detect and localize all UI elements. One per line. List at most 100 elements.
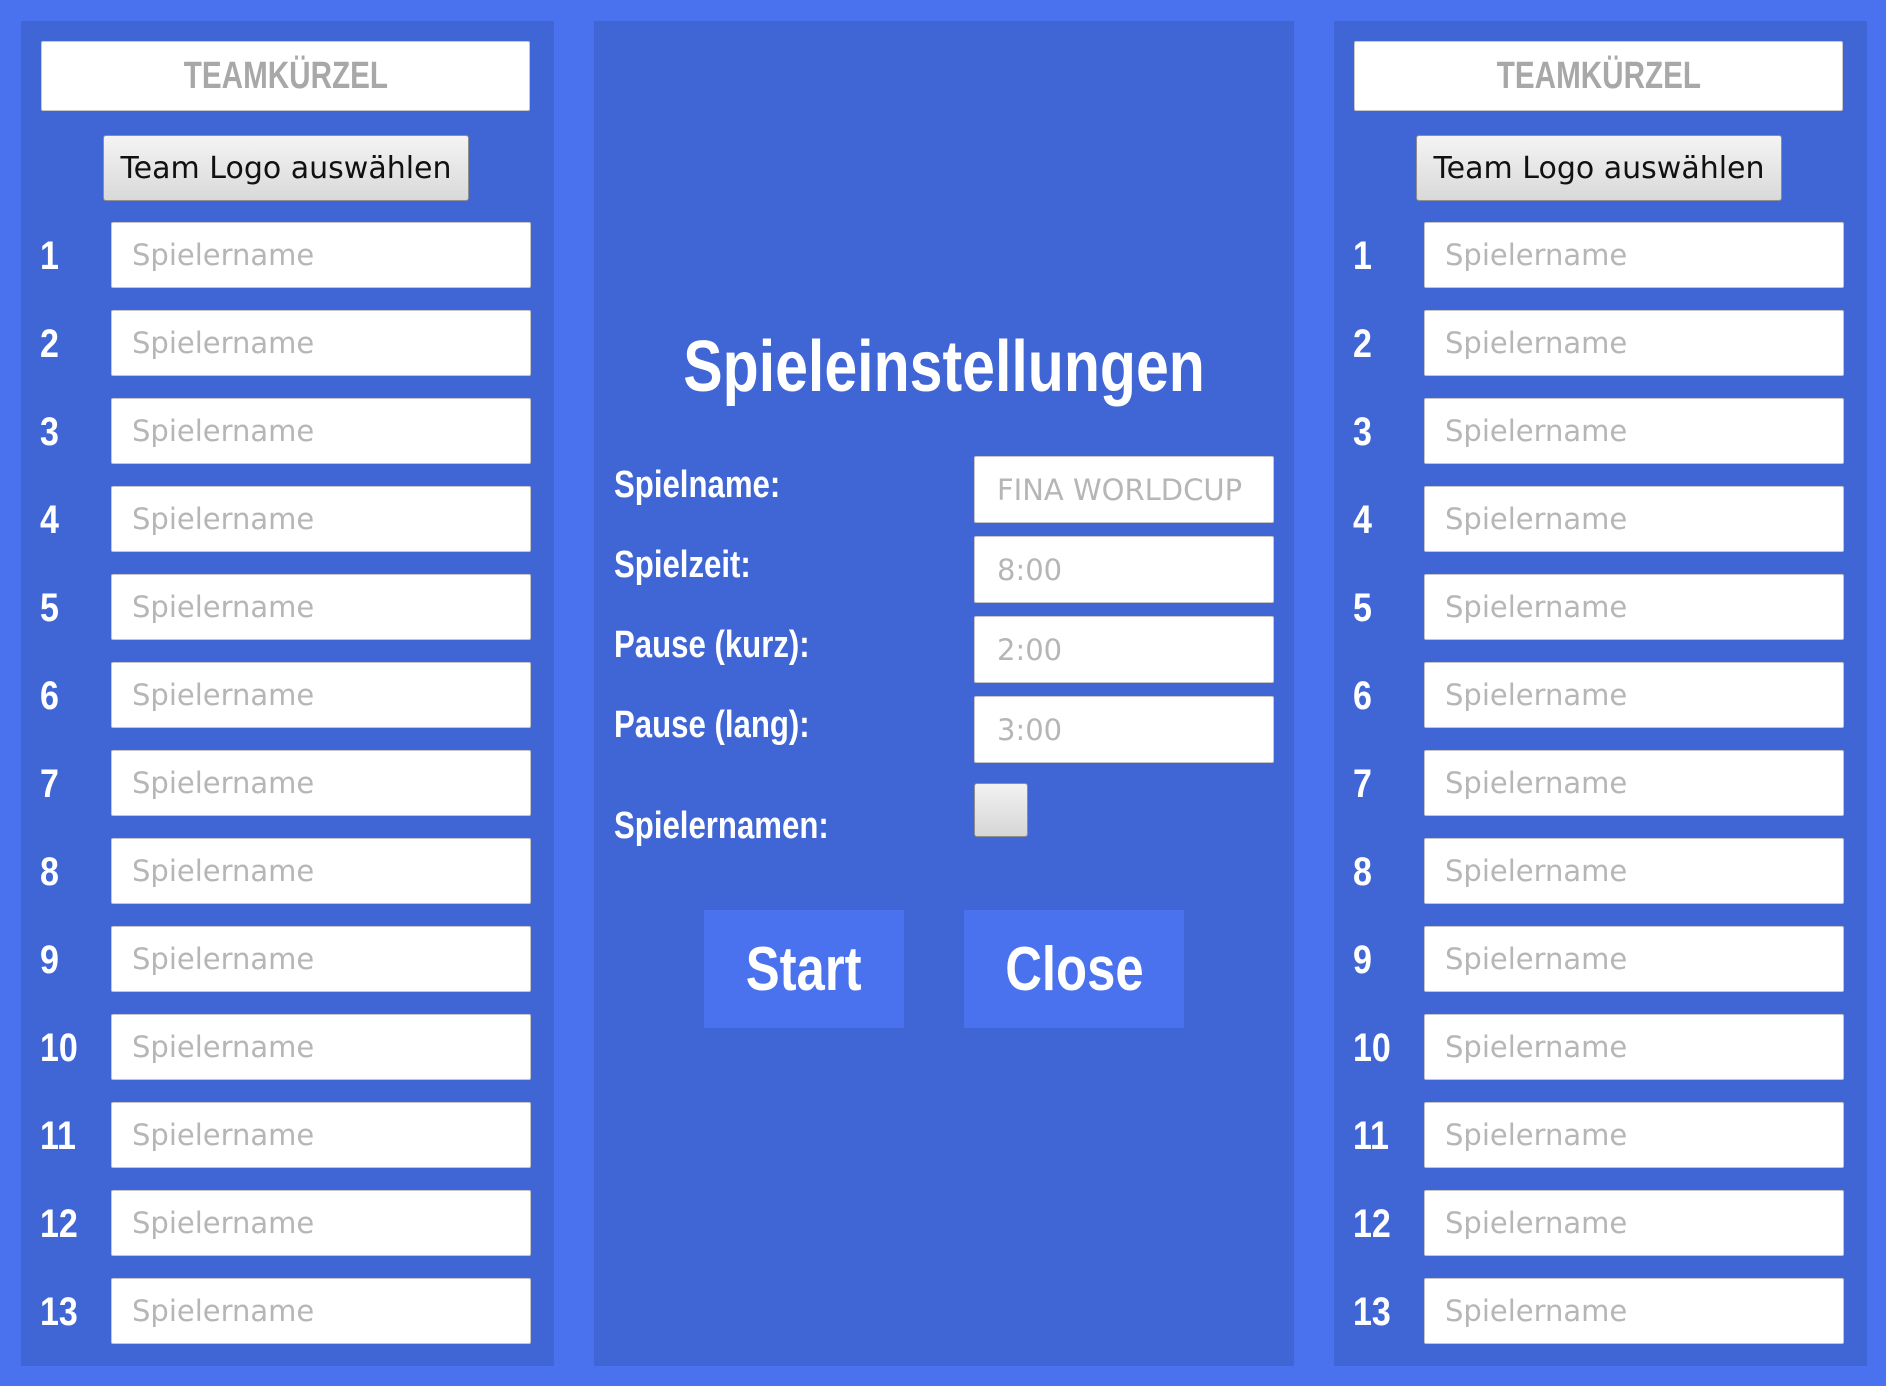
right-player-number: 8 [1353,850,1372,894]
right-player-row: 1 [1334,222,1867,310]
pause-long-row: Pause (lang): [594,696,1294,766]
pause-short-row: Pause (kurz): [594,616,1294,686]
left-team-logo-button[interactable]: Team Logo auswählen [103,135,469,201]
right-player-name-input[interactable] [1424,398,1844,464]
left-player-name-input[interactable] [111,398,531,464]
close-button[interactable]: Close [964,910,1184,1028]
left-player-row: 10 [21,1014,554,1102]
pause-short-input[interactable] [974,616,1274,683]
player-names-row: Spielernamen: [594,783,1294,853]
right-team-abbreviation-field[interactable]: TEAMKÜRZEL [1354,41,1843,111]
left-player-name-input[interactable] [111,222,531,288]
right-player-number: 9 [1353,938,1372,982]
left-player-number: 11 [40,1114,76,1158]
player-names-checkbox[interactable] [974,783,1028,837]
pause-short-label: Pause (kurz): [614,624,810,666]
right-player-number: 4 [1353,498,1372,542]
left-player-number: 13 [40,1290,78,1334]
right-player-name-input[interactable] [1424,838,1844,904]
left-player-number: 12 [40,1202,78,1246]
game-name-label: Spielname: [614,464,781,506]
left-team-panel: TEAMKÜRZEL Team Logo auswählen 123456789… [21,21,554,1366]
right-player-list: 12345678910111213 [1334,222,1867,1366]
right-player-row: 12 [1334,1190,1867,1278]
left-player-row: 3 [21,398,554,486]
right-player-name-input[interactable] [1424,926,1844,992]
left-player-number: 9 [40,938,59,982]
right-player-row: 3 [1334,398,1867,486]
left-player-row: 13 [21,1278,554,1366]
pause-long-label: Pause (lang): [614,704,810,746]
right-player-name-input[interactable] [1424,1190,1844,1256]
left-player-name-input[interactable] [111,662,531,728]
player-names-label: Spielernamen: [614,805,829,847]
left-player-number: 2 [40,322,59,366]
left-player-number: 8 [40,850,59,894]
left-player-row: 7 [21,750,554,838]
left-player-name-input[interactable] [111,310,531,376]
game-name-input[interactable] [974,456,1274,523]
right-player-row: 4 [1334,486,1867,574]
left-player-number: 1 [40,234,59,278]
right-player-row: 8 [1334,838,1867,926]
right-player-name-input[interactable] [1424,574,1844,640]
left-player-name-input[interactable] [111,1278,531,1344]
left-player-name-input[interactable] [111,926,531,992]
start-button[interactable]: Start [704,910,904,1028]
left-player-number: 10 [40,1026,78,1070]
right-player-name-input[interactable] [1424,1278,1844,1344]
left-player-row: 8 [21,838,554,926]
right-player-name-input[interactable] [1424,662,1844,728]
game-settings-panel: Spieleinstellungen Spielname: Spielzeit:… [594,21,1294,1366]
game-time-input[interactable] [974,536,1274,603]
left-player-name-input[interactable] [111,1102,531,1168]
game-time-label: Spielzeit: [614,544,751,586]
left-player-row: 12 [21,1190,554,1278]
left-player-number: 6 [40,674,59,718]
left-player-name-input[interactable] [111,1014,531,1080]
right-player-number: 1 [1353,234,1372,278]
right-player-row: 7 [1334,750,1867,838]
right-team-abbreviation-label: TEAMKÜRZEL [1496,54,1701,97]
left-player-row: 6 [21,662,554,750]
right-player-row: 10 [1334,1014,1867,1102]
right-player-number: 5 [1353,586,1372,630]
left-team-abbreviation-field[interactable]: TEAMKÜRZEL [41,41,530,111]
right-player-name-input[interactable] [1424,222,1844,288]
left-player-row: 1 [21,222,554,310]
right-player-row: 2 [1334,310,1867,398]
right-player-number: 12 [1353,1202,1391,1246]
right-player-number: 13 [1353,1290,1391,1334]
left-player-row: 2 [21,310,554,398]
right-player-name-input[interactable] [1424,310,1844,376]
left-player-row: 9 [21,926,554,1014]
right-player-number: 2 [1353,322,1372,366]
game-time-row: Spielzeit: [594,536,1294,606]
left-player-row: 5 [21,574,554,662]
right-team-panel: TEAMKÜRZEL Team Logo auswählen 123456789… [1334,21,1867,1366]
right-player-number: 3 [1353,410,1372,454]
right-player-row: 11 [1334,1102,1867,1190]
left-player-name-input[interactable] [111,574,531,640]
right-player-row: 5 [1334,574,1867,662]
right-player-number: 6 [1353,674,1372,718]
right-player-name-input[interactable] [1424,486,1844,552]
left-team-abbreviation-label: TEAMKÜRZEL [183,54,388,97]
right-player-name-input[interactable] [1424,750,1844,816]
left-player-name-input[interactable] [111,1190,531,1256]
right-player-row: 6 [1334,662,1867,750]
left-player-row: 11 [21,1102,554,1190]
left-player-name-input[interactable] [111,838,531,904]
left-player-number: 3 [40,410,59,454]
left-player-number: 7 [40,762,59,806]
left-player-list: 12345678910111213 [21,222,554,1366]
right-player-name-input[interactable] [1424,1102,1844,1168]
game-name-row: Spielname: [594,456,1294,526]
left-player-row: 4 [21,486,554,574]
left-player-name-input[interactable] [111,750,531,816]
right-player-name-input[interactable] [1424,1014,1844,1080]
right-team-logo-button[interactable]: Team Logo auswählen [1416,135,1782,201]
left-player-name-input[interactable] [111,486,531,552]
right-player-row: 9 [1334,926,1867,1014]
pause-long-input[interactable] [974,696,1274,763]
